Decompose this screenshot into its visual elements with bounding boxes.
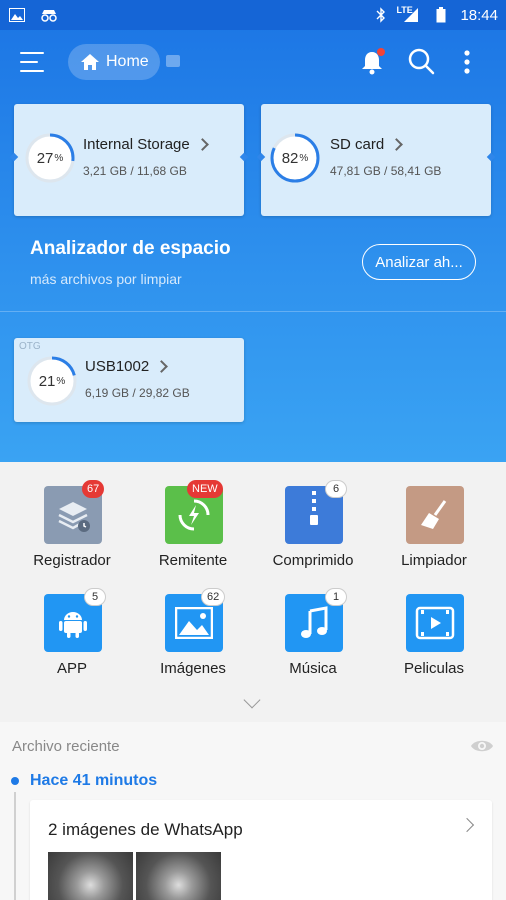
divider [0, 311, 506, 312]
home-label: Home [106, 53, 149, 70]
recent-time-label: Hace 41 minutos [30, 772, 158, 789]
timeline-dot [11, 777, 19, 785]
window-tab-icon[interactable] [166, 55, 180, 67]
storage-name: Internal Storage [83, 136, 190, 153]
category-label: Registrador [33, 552, 111, 569]
category-imagenes[interactable]: 62 Imágenes [133, 588, 253, 694]
chevron-right-icon [195, 138, 209, 151]
category-label: Imágenes [160, 660, 226, 677]
image-thumbnail[interactable] [136, 852, 221, 900]
app-bar: Home [0, 40, 506, 86]
category-peliculas[interactable]: Peliculas [374, 594, 494, 694]
category-label: Comprimido [272, 552, 354, 569]
home-button[interactable]: Home [68, 44, 160, 80]
storage-name: SD card [330, 136, 385, 153]
category-label: Remitente [158, 552, 228, 569]
category-app[interactable]: 5 APP [12, 588, 132, 694]
count-badge: 1 [325, 588, 347, 606]
storage-size: 47,81 GB / 58,41 GB [330, 164, 442, 178]
gallery-notification-icon [8, 7, 26, 23]
eye-icon[interactable] [470, 737, 494, 755]
storage-card-internal[interactable]: 27% Internal Storage 3,21 GB / 11,68 GB [9, 104, 249, 216]
chevron-right-icon [155, 360, 169, 373]
chevron-right-icon [390, 138, 404, 151]
storage-card-usb[interactable]: OTG 21% USB1002 6,19 GB / 29,82 GB [14, 338, 244, 422]
incognito-icon [40, 7, 58, 23]
search-icon[interactable] [406, 46, 436, 76]
usage-ring: 27% [24, 132, 76, 184]
broom-cleaner-icon [406, 486, 464, 544]
lte-signal-icon: LTE [396, 5, 422, 23]
chevron-right-icon [459, 817, 475, 833]
usage-percent: 21 [38, 372, 56, 390]
category-label: APP [56, 660, 87, 677]
count-badge: 6 [325, 480, 347, 498]
category-registrador[interactable]: 67 Registrador [12, 480, 132, 586]
analyzer-title: Analizador de espacio [30, 238, 231, 259]
count-badge: 62 [201, 588, 226, 606]
image-thumbnail[interactable] [48, 852, 133, 900]
category-label: Música [289, 660, 337, 677]
percent-sign: % [54, 152, 64, 164]
analyzer-subtitle: más archivos por limpiar [30, 271, 182, 287]
category-remitente[interactable]: NEW Remitente [133, 480, 253, 586]
home-icon [81, 54, 99, 70]
recent-files-title: Archivo reciente [12, 738, 120, 755]
bluetooth-icon [372, 7, 390, 23]
recent-item-card[interactable]: 2 imágenes de WhatsApp [30, 800, 492, 900]
status-bar: LTE 18:44 [0, 0, 506, 30]
menu-icon[interactable] [20, 50, 46, 74]
usage-percent: 27 [36, 149, 54, 167]
more-options-icon[interactable] [458, 48, 476, 76]
battery-icon [432, 7, 450, 23]
storage-card-sd[interactable]: 82% SD card 47,81 GB / 58,41 GB [256, 104, 496, 216]
category-label: Limpiador [401, 552, 467, 569]
count-badge: 5 [84, 588, 106, 606]
expand-chevron-icon[interactable] [243, 691, 261, 709]
category-comprimido[interactable]: 6 Comprimido [253, 480, 373, 586]
storage-name: USB1002 [85, 358, 150, 375]
category-limpiador[interactable]: Limpiador [374, 486, 494, 586]
storage-size: 3,21 GB / 11,68 GB [83, 164, 187, 178]
usage-ring: 82% [269, 132, 321, 184]
notification-dot [377, 48, 385, 56]
recent-item-title: 2 imágenes de WhatsApp [48, 820, 243, 839]
analyze-now-button[interactable]: Analizar ah... [362, 244, 476, 280]
new-badge: NEW [187, 480, 223, 498]
usage-ring: 21% [26, 355, 78, 407]
usage-percent: 82 [281, 149, 299, 167]
clock: 18:44 [460, 6, 498, 24]
percent-sign: % [299, 152, 309, 164]
network-type-label: LTE [396, 5, 413, 15]
otg-tag: OTG [19, 341, 41, 352]
percent-sign: % [56, 375, 66, 387]
category-musica[interactable]: 1 Música [253, 588, 373, 694]
video-play-icon [406, 594, 464, 652]
storage-size: 6,19 GB / 29,82 GB [85, 386, 190, 400]
count-badge: 67 [82, 480, 105, 498]
category-label: Peliculas [403, 660, 465, 677]
timeline-line [14, 792, 16, 900]
